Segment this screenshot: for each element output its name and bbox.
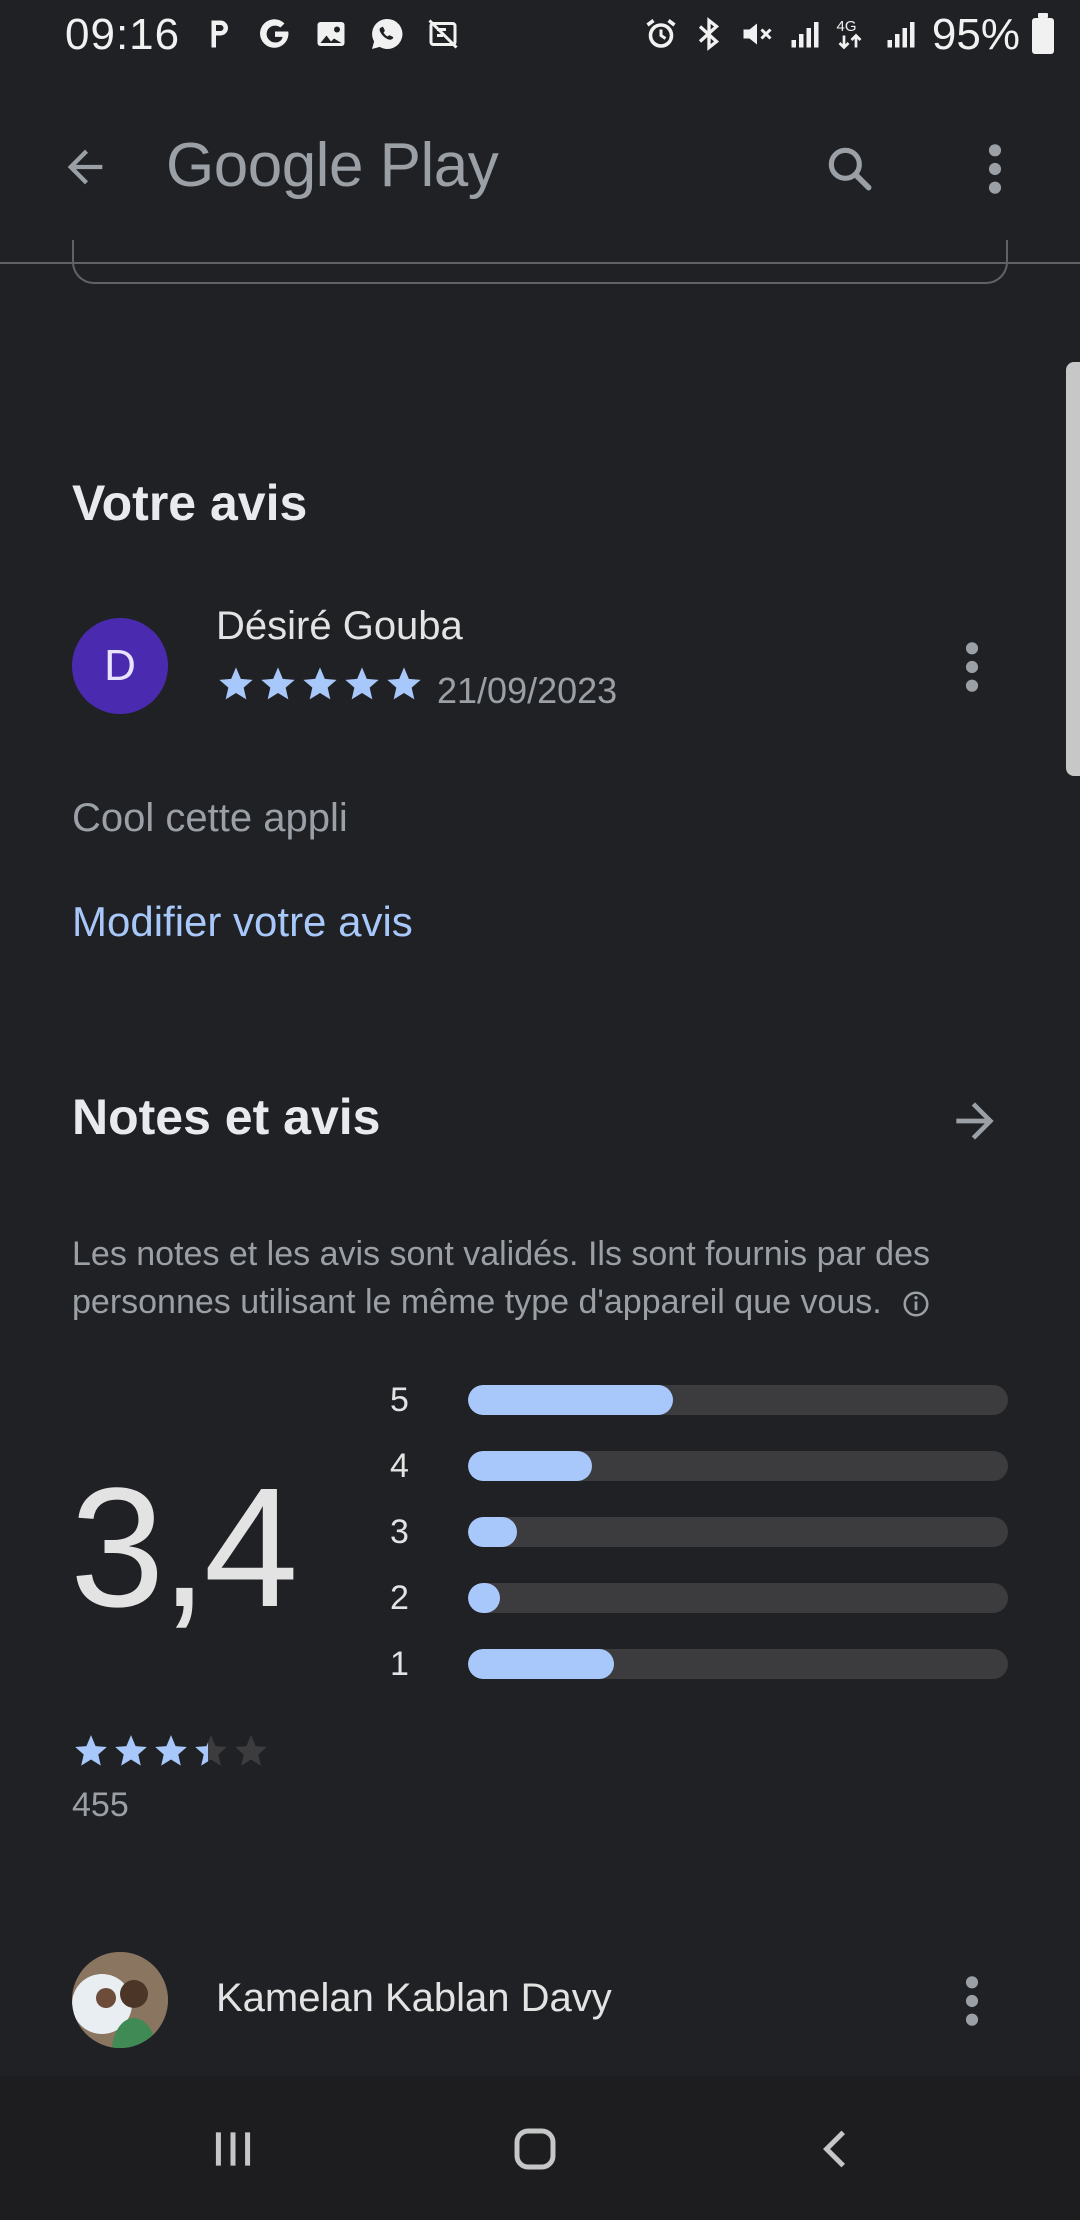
- reviewer-name-2: Kamelan Kablan Davy: [216, 1976, 612, 2020]
- star-icon: [115, 1735, 147, 1766]
- recent-apps-button[interactable]: [188, 2104, 278, 2194]
- review-date: 21/09/2023: [437, 670, 618, 711]
- rating-bar-label: 1: [390, 1644, 409, 1683]
- star-icon: [345, 667, 379, 700]
- rating-bar-track: [468, 1451, 1008, 1481]
- rating-bar-fill: [468, 1451, 593, 1481]
- app-title: Google Play: [166, 131, 499, 200]
- person-photo-icon: [72, 1952, 168, 2048]
- see-all-reviews-button[interactable]: [940, 1086, 1010, 1156]
- average-stars: [72, 1732, 270, 1770]
- no-sync-icon: [424, 14, 462, 54]
- rating-bar-row: 2: [390, 1578, 1010, 1618]
- avatar: D: [72, 618, 168, 714]
- ratings-info: Les notes et les avis sont validés. Ils …: [72, 1230, 1022, 1326]
- svg-text:4G: 4G: [837, 18, 857, 35]
- rating-bar-row: 4: [390, 1446, 1010, 1486]
- home-button[interactable]: [490, 2104, 580, 2194]
- review-more-button-2[interactable]: [944, 1966, 1000, 2036]
- star-icon: [303, 667, 337, 700]
- whatsapp-icon: [368, 14, 406, 54]
- rating-bar-fill: [468, 1649, 614, 1679]
- image-icon: [312, 14, 350, 54]
- info-icon[interactable]: [901, 1289, 931, 1319]
- star-icon: [235, 1735, 267, 1766]
- star-icon: [219, 667, 253, 700]
- status-time: 09:16: [65, 10, 181, 59]
- nav-back-icon: [823, 2130, 846, 2168]
- back-button[interactable]: [50, 132, 120, 202]
- signal-icon-2: [882, 14, 920, 54]
- ratings-title: Notes et avis: [72, 1089, 381, 1145]
- your-review-title: Votre avis: [72, 475, 308, 531]
- review-text: Cool cette appli: [72, 796, 348, 840]
- bluetooth-icon: [690, 14, 728, 54]
- rating-bar-fill: [468, 1517, 517, 1547]
- star-icon: [261, 667, 295, 700]
- more-vert-icon: [988, 144, 1002, 194]
- mute-icon: [738, 14, 776, 54]
- nav-back-button[interactable]: [792, 2104, 882, 2194]
- rating-bar-track: [468, 1583, 1008, 1613]
- rating-bar-track: [468, 1649, 1008, 1679]
- parking-icon: [200, 14, 238, 54]
- rating-bar-label: 3: [390, 1512, 409, 1551]
- google-icon: [256, 14, 294, 54]
- rating-bar-track: [468, 1517, 1008, 1547]
- more-vert-icon: [965, 642, 979, 692]
- rating-bar-label: 2: [390, 1578, 409, 1617]
- rating-bar-row: 5: [390, 1380, 1010, 1420]
- rating-bar-row: 1: [390, 1644, 1010, 1684]
- star-icon: [387, 667, 421, 700]
- card-remnant: [72, 240, 1008, 284]
- rating-bar-label: 5: [390, 1380, 409, 1419]
- avatar-letter: D: [104, 641, 136, 690]
- lte-icon: 4G: [834, 14, 872, 54]
- alarm-icon: [642, 14, 680, 54]
- average-rating: 3,4: [70, 1453, 298, 1643]
- rating-bar-label: 4: [390, 1446, 409, 1485]
- battery-percentage: 95%: [931, 10, 1020, 59]
- home-icon: [514, 2128, 556, 2170]
- more-vert-icon: [965, 1976, 979, 2026]
- system-icons: 4G: [642, 14, 920, 54]
- star-icon: [75, 1735, 107, 1766]
- status-bar: 09:16 4G 95%: [0, 0, 1080, 72]
- rating-bar-fill: [468, 1583, 501, 1613]
- battery-icon: [1032, 13, 1054, 54]
- recent-apps-icon: [215, 2132, 251, 2166]
- notification-icons: [200, 14, 462, 54]
- reviewer-name: Désiré Gouba: [216, 604, 463, 648]
- arrow-forward-icon: [956, 1102, 994, 1140]
- review-count: 455: [72, 1786, 129, 1824]
- edit-review-link[interactable]: Modifier votre avis: [72, 898, 413, 946]
- signal-icon: [786, 14, 824, 54]
- star-icon: [155, 1735, 187, 1766]
- star-icon: [195, 1735, 227, 1766]
- ratings-info-text: Les notes et les avis sont validés. Ils …: [72, 1235, 931, 1321]
- scrollbar-thumb[interactable]: [1066, 362, 1080, 776]
- rating-stars: [216, 664, 424, 704]
- reviewer-avatar: [72, 1952, 168, 2048]
- rating-bar-fill: [468, 1385, 674, 1415]
- review-more-button[interactable]: [944, 632, 1000, 702]
- more-options-button[interactable]: [965, 134, 1025, 204]
- app-bar: Google Play: [0, 72, 1080, 264]
- play-store-screen: 09:16 4G 95% Google Play Votre avis D Dé…: [0, 0, 1080, 2220]
- rating-bar-track: [468, 1385, 1008, 1415]
- search-icon: [828, 147, 872, 191]
- search-button[interactable]: [815, 134, 885, 204]
- arrow-back-icon: [67, 149, 103, 185]
- rating-bar-row: 3: [390, 1512, 1010, 1552]
- navigation-bar: [0, 2076, 1080, 2220]
